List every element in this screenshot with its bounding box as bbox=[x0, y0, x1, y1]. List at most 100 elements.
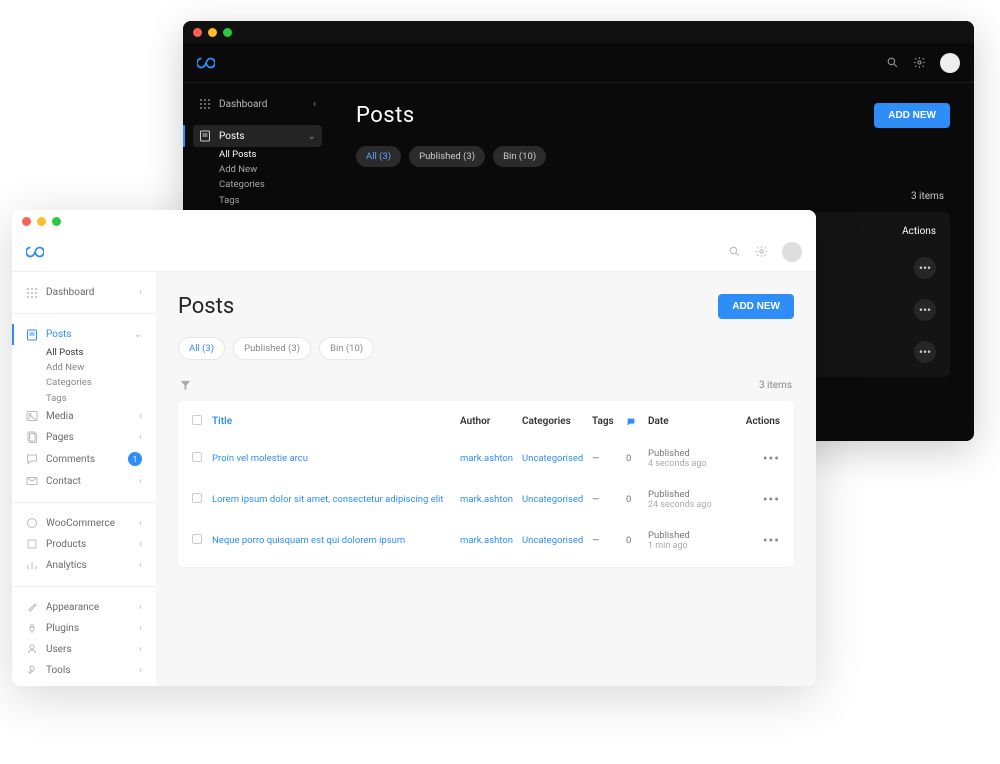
sidebar-sub-tags[interactable]: Tags bbox=[46, 391, 148, 406]
filter-bin[interactable]: Bin (10) bbox=[493, 146, 546, 167]
chevron-left-icon: ‹ bbox=[139, 623, 142, 634]
gear-icon[interactable] bbox=[913, 56, 926, 69]
table-row[interactable]: Neque porro quisquam est qui dolorem ips… bbox=[192, 520, 780, 561]
column-title[interactable]: Title bbox=[212, 416, 460, 427]
sidebar-item-pages[interactable]: Pages ‹ bbox=[20, 427, 148, 448]
logo-icon[interactable] bbox=[26, 246, 44, 258]
sidebar-item-label: Posts bbox=[46, 329, 72, 340]
sidebar-item-tools[interactable]: Tools ‹ bbox=[20, 660, 148, 681]
window-close-icon[interactable] bbox=[22, 217, 31, 226]
sidebar-item-products[interactable]: Products ‹ bbox=[20, 534, 148, 555]
sidebar-item-media[interactable]: Media ‹ bbox=[20, 406, 148, 427]
plug-icon bbox=[26, 622, 38, 634]
row-actions-button[interactable]: ••• bbox=[763, 533, 780, 549]
chevron-left-icon: ‹ bbox=[139, 644, 142, 655]
row-actions-button[interactable]: ••• bbox=[763, 492, 780, 508]
row-checkbox[interactable] bbox=[192, 452, 202, 462]
window-minimize-icon[interactable] bbox=[37, 217, 46, 226]
table-row[interactable]: Lorem ipsum dolor sit amet, consectetur … bbox=[192, 479, 780, 520]
chevron-left-icon: ‹ bbox=[139, 539, 142, 550]
row-tags: — bbox=[592, 494, 626, 505]
sidebar-item-label: Contact bbox=[46, 476, 81, 487]
row-checkbox[interactable] bbox=[192, 534, 202, 544]
row-comments: 0 bbox=[626, 453, 648, 464]
sidebar-item-dashboard[interactable]: Dashboard ‹ bbox=[20, 282, 148, 303]
row-title[interactable]: Proin vel molestie arcu bbox=[212, 453, 460, 464]
logo-icon[interactable] bbox=[197, 57, 215, 69]
add-new-button[interactable]: ADD NEW bbox=[718, 294, 794, 319]
row-actions-button[interactable]: ••• bbox=[914, 257, 936, 279]
sidebar-item-comments[interactable]: Comments 1 bbox=[20, 448, 148, 471]
gear-icon[interactable] bbox=[755, 245, 768, 258]
post-icon bbox=[26, 329, 38, 341]
filter-published[interactable]: Published (3) bbox=[233, 337, 311, 360]
sidebar-item-label: Users bbox=[46, 644, 72, 655]
search-icon[interactable] bbox=[728, 245, 741, 258]
window-maximize-icon[interactable] bbox=[52, 217, 61, 226]
sidebar-item-dashboard[interactable]: Dashboard ‹ bbox=[193, 93, 322, 115]
row-actions-button[interactable]: ••• bbox=[914, 341, 936, 363]
sidebar-item-contact[interactable]: Contact ‹ bbox=[20, 471, 148, 492]
sidebar-item-posts[interactable]: Posts ⌄ bbox=[20, 324, 148, 345]
window-minimize-icon[interactable] bbox=[208, 28, 217, 37]
window-close-icon[interactable] bbox=[193, 28, 202, 37]
column-date[interactable]: Date bbox=[648, 416, 732, 427]
row-title[interactable]: Lorem ipsum dolor sit amet, consectetur … bbox=[212, 494, 460, 505]
row-actions-button[interactable]: ••• bbox=[763, 451, 780, 467]
light-table: Title Author Categories Tags Date Action… bbox=[178, 401, 794, 567]
sidebar-item-appearance[interactable]: Appearance ‹ bbox=[20, 597, 148, 618]
filter-published[interactable]: Published (3) bbox=[409, 146, 485, 167]
sidebar-item-users[interactable]: Users ‹ bbox=[20, 639, 148, 660]
chat-icon bbox=[26, 453, 38, 465]
sidebar-sub-add-new[interactable]: Add New bbox=[219, 162, 322, 177]
sidebar-sub-all-posts[interactable]: All Posts bbox=[219, 147, 322, 162]
filter-icon[interactable] bbox=[180, 380, 191, 391]
row-actions-button[interactable]: ••• bbox=[914, 299, 936, 321]
row-author[interactable]: mark.ashton bbox=[460, 535, 522, 546]
chevron-left-icon: ‹ bbox=[313, 99, 316, 110]
add-new-button[interactable]: ADD NEW bbox=[874, 103, 950, 128]
sidebar-item-plugins[interactable]: Plugins ‹ bbox=[20, 618, 148, 639]
dark-topbar bbox=[183, 43, 974, 83]
avatar[interactable] bbox=[782, 242, 802, 262]
filter-all[interactable]: All (3) bbox=[178, 337, 225, 360]
sidebar-item-woocommerce[interactable]: WooCommerce ‹ bbox=[20, 513, 148, 534]
window-maximize-icon[interactable] bbox=[223, 28, 232, 37]
light-window: Dashboard ‹ Posts ⌄ All Posts Add New Ca… bbox=[12, 210, 816, 686]
column-categories[interactable]: Categories bbox=[522, 416, 592, 427]
table-row[interactable]: Proin vel molestie arcu mark.ashton Unca… bbox=[192, 438, 780, 479]
select-all-checkbox[interactable] bbox=[192, 415, 202, 425]
filter-bin[interactable]: Bin (10) bbox=[319, 337, 374, 360]
sidebar-item-label: Products bbox=[46, 539, 86, 550]
box-icon bbox=[26, 538, 38, 550]
grid-icon bbox=[199, 98, 211, 110]
sidebar-item-analytics[interactable]: Analytics ‹ bbox=[20, 555, 148, 576]
row-checkbox[interactable] bbox=[192, 493, 202, 503]
sidebar-item-label: Dashboard bbox=[219, 99, 267, 110]
comments-icon[interactable] bbox=[626, 417, 648, 427]
sidebar-sub-add-new[interactable]: Add New bbox=[46, 360, 148, 375]
row-author[interactable]: mark.ashton bbox=[460, 494, 522, 505]
item-count: 3 items bbox=[759, 380, 792, 391]
sidebar-sub-tags[interactable]: Tags bbox=[219, 193, 322, 208]
sidebar-submenu-posts: All Posts Add New Categories Tags bbox=[20, 345, 148, 406]
column-author[interactable]: Author bbox=[460, 416, 522, 427]
sidebar-sub-categories[interactable]: Categories bbox=[46, 375, 148, 390]
filter-all[interactable]: All (3) bbox=[356, 146, 401, 167]
row-title[interactable]: Neque porro quisquam est qui dolorem ips… bbox=[212, 535, 460, 546]
row-comments: 0 bbox=[626, 494, 648, 505]
row-author[interactable]: mark.ashton bbox=[460, 453, 522, 464]
page-title: Posts bbox=[356, 103, 415, 128]
row-category[interactable]: Uncategorised bbox=[522, 535, 592, 546]
row-category[interactable]: Uncategorised bbox=[522, 453, 592, 464]
row-category[interactable]: Uncategorised bbox=[522, 494, 592, 505]
sidebar-sub-categories[interactable]: Categories bbox=[219, 177, 322, 192]
sidebar-sub-all-posts[interactable]: All Posts bbox=[46, 345, 148, 360]
row-comments: 0 bbox=[626, 535, 648, 546]
post-icon bbox=[199, 130, 211, 142]
avatar[interactable] bbox=[940, 53, 960, 73]
column-tags[interactable]: Tags bbox=[592, 416, 626, 427]
search-icon[interactable] bbox=[886, 56, 899, 69]
sidebar-item-settings[interactable]: Settings ‹ bbox=[20, 681, 148, 686]
sidebar-item-posts[interactable]: Posts ⌄ bbox=[193, 125, 322, 147]
